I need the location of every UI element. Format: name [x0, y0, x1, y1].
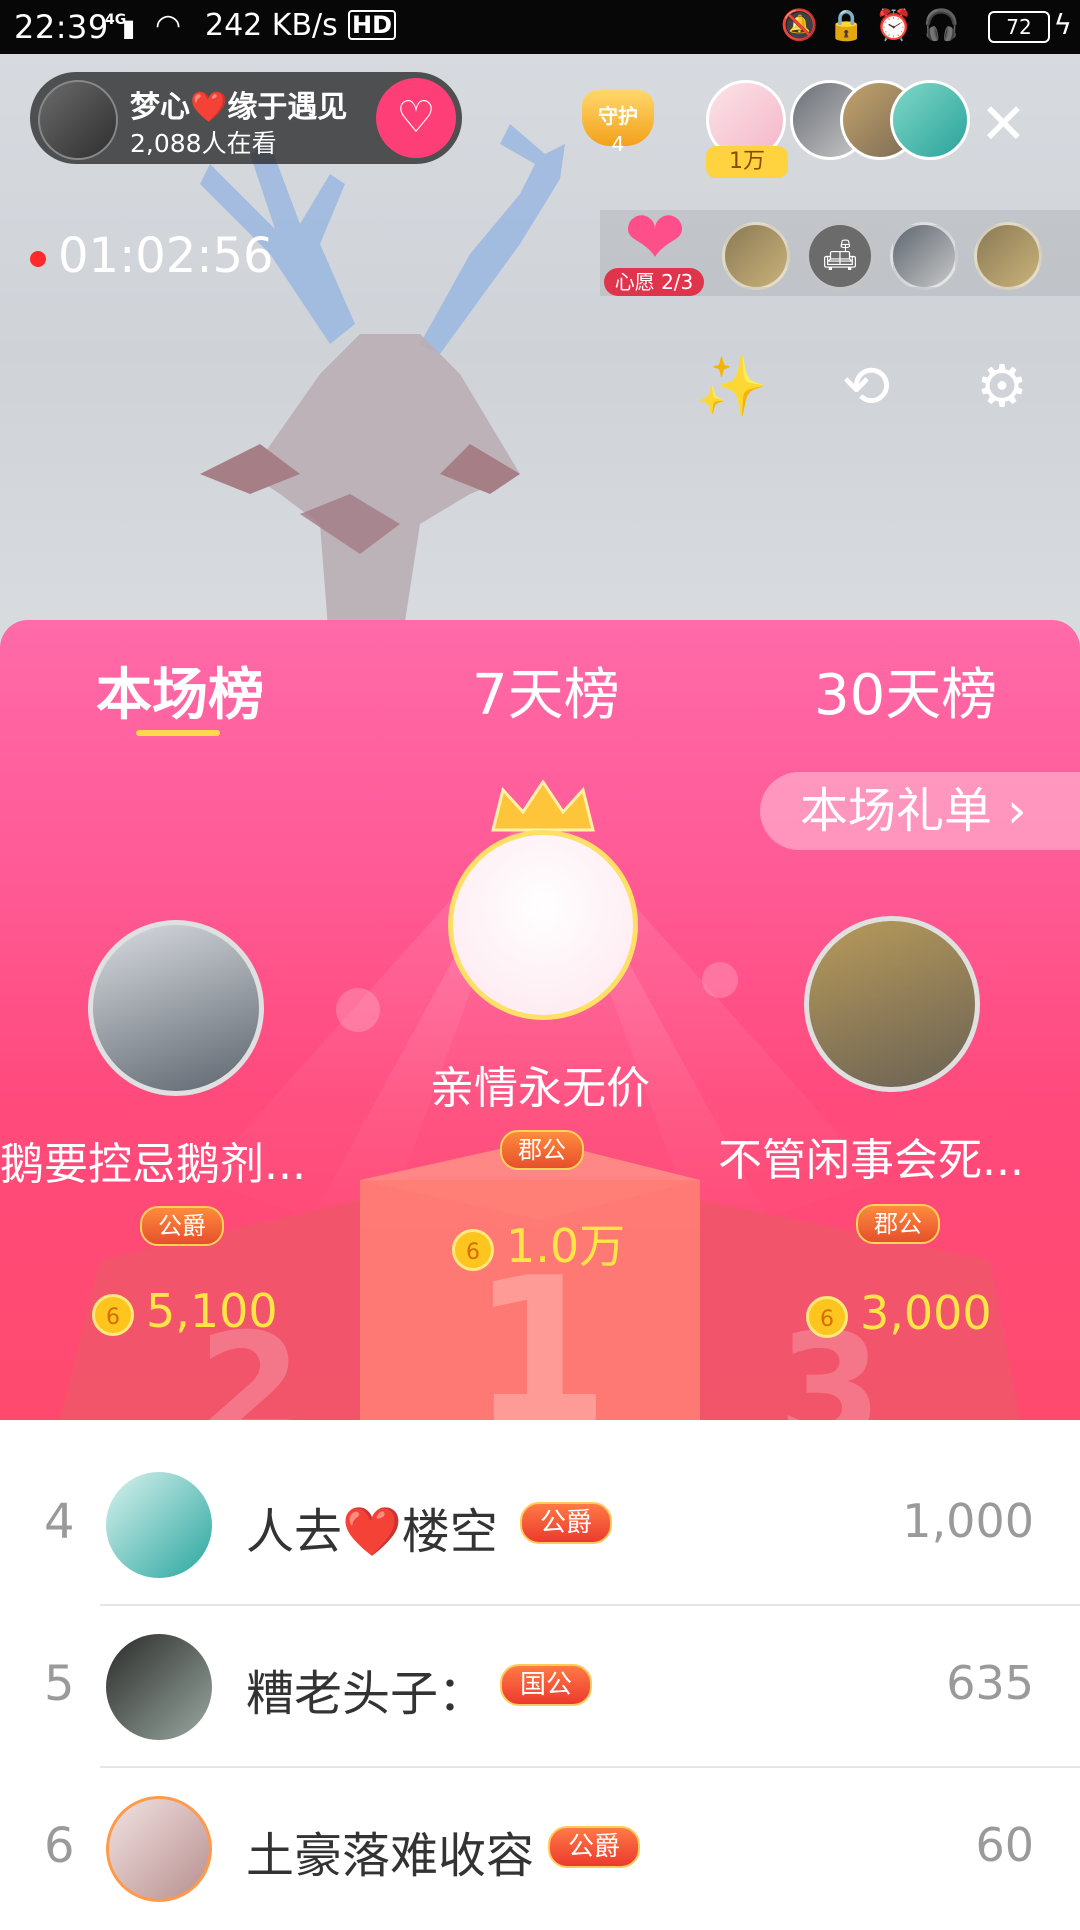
beauty-wand-icon[interactable]: ✨	[694, 348, 770, 424]
user-score: 635	[946, 1656, 1034, 1710]
user-avatar[interactable]	[106, 1796, 212, 1902]
tab-30-days[interactable]: 30天榜	[814, 650, 997, 731]
second-place-name: 鹅要控忌鹅剂...	[0, 1139, 306, 1190]
user-name: 人去❤️楼空	[246, 1504, 498, 1560]
second-place-score: 6 5,100	[92, 1284, 278, 1338]
second-place-avatar[interactable]	[88, 920, 264, 1096]
tab-this-show[interactable]: 本场榜	[96, 650, 264, 731]
top-contributor-badge: 1万	[706, 146, 788, 178]
user-name: 糟老头子：	[246, 1666, 487, 1722]
third-place-name: 不管闲事会死...	[718, 1135, 1024, 1186]
second-place-score-value: 5,100	[146, 1284, 278, 1338]
follow-heart-icon[interactable]: ♡	[376, 78, 456, 158]
host-avatar[interactable]	[38, 80, 118, 160]
list-item[interactable]: 6 土豪落难收容 公爵 60	[0, 1768, 1080, 1930]
rank-number: 6	[44, 1818, 75, 1874]
rank-number: 5	[44, 1656, 75, 1712]
seat-avatar[interactable]	[890, 222, 958, 290]
seat-avatar[interactable]	[974, 222, 1042, 290]
user-name: 土豪落难收容	[246, 1828, 535, 1884]
user-avatar[interactable]	[106, 1472, 212, 1578]
battery-icon: 72	[988, 11, 1050, 43]
rank-number: 4	[44, 1494, 75, 1550]
status-time: 22:39	[14, 8, 109, 46]
host-info[interactable]: 梦心❤️缘于遇见 2,088人在看 ♡	[30, 72, 462, 164]
live-timer: 01:02:56	[30, 228, 274, 284]
first-place-score-value: 1.0万	[506, 1219, 626, 1273]
live-timer-text: 01:02:56	[58, 228, 274, 284]
host-name: 梦心❤️缘于遇见	[130, 90, 348, 125]
first-place-title-badge: 郡公	[500, 1130, 584, 1170]
third-place-title-badge: 郡公	[856, 1204, 940, 1244]
status-icons: 🔕🔒⏰🎧	[780, 8, 970, 43]
hd-icon: HD	[348, 10, 397, 40]
user-score: 1,000	[902, 1494, 1034, 1548]
close-icon[interactable]: ✕	[980, 92, 1027, 157]
third-place-score-value: 3,000	[860, 1286, 992, 1340]
guard-count: 4	[611, 132, 625, 156]
title-badge: 公爵	[520, 1502, 613, 1544]
sofa-icon[interactable]: 🛋	[806, 222, 874, 290]
settings-gear-icon[interactable]: ⚙	[964, 348, 1040, 424]
crown-icon	[491, 780, 595, 832]
coin-icon: 6	[806, 1295, 848, 1338]
second-place-title-badge: 公爵	[140, 1206, 224, 1246]
signal-icon: ▮	[122, 14, 136, 42]
coin-icon: 6	[452, 1228, 494, 1271]
title-badge: 公爵	[548, 1826, 641, 1868]
tab-7-days[interactable]: 7天榜	[472, 650, 620, 731]
title-badge: 国公	[500, 1664, 593, 1706]
viewer-count: 2,088人在看	[130, 129, 277, 158]
camera-switch-icon[interactable]: ⟲	[828, 348, 904, 424]
audience-avatar[interactable]	[890, 80, 970, 160]
heart-icon: ❤	[623, 195, 686, 281]
first-place-name: 亲情永无价	[430, 1063, 650, 1114]
live-dot-icon	[30, 251, 46, 267]
user-avatar[interactable]	[106, 1634, 212, 1740]
third-place-avatar[interactable]	[804, 916, 980, 1092]
list-item[interactable]: 4 人去❤️楼空 公爵 1,000	[0, 1444, 1080, 1606]
seat-avatar[interactable]	[722, 222, 790, 290]
user-score: 60	[975, 1818, 1034, 1872]
first-place-avatar[interactable]	[448, 830, 638, 1020]
wish-widget[interactable]: ❤ 心愿 2/3	[604, 195, 704, 298]
guard-label: 守护	[598, 104, 638, 128]
guard-badge[interactable]: 守护 4	[582, 80, 654, 164]
gift-list-link[interactable]: 本场礼单 ›	[760, 772, 1080, 850]
ranking-panel: 1 2 3 本场榜 7天榜 30天榜 本场礼单 › 亲情永无价 郡公 6 1.0万…	[0, 620, 1080, 1420]
list-item[interactable]: 5 糟老头子： 国公 635	[0, 1606, 1080, 1768]
network-speed: 242 KB/s	[205, 8, 338, 43]
wish-label: 心愿 2/3	[604, 268, 704, 296]
coin-icon: 6	[92, 1293, 134, 1336]
wifi-icon: ◠	[155, 8, 182, 43]
first-place-score: 6 1.0万	[452, 1210, 625, 1276]
third-place-score: 6 3,000	[806, 1286, 992, 1340]
status-bar: 22:39 4G ▮ ◠ 242 KB/s HD 🔕🔒⏰🎧 72 ϟ	[0, 0, 1080, 54]
active-tab-indicator	[136, 730, 220, 736]
ranking-list: 4 人去❤️楼空 公爵 1,000 5 糟老头子： 国公 635 6 土豪落难收…	[0, 1444, 1080, 1920]
charging-icon: ϟ	[1053, 8, 1072, 41]
